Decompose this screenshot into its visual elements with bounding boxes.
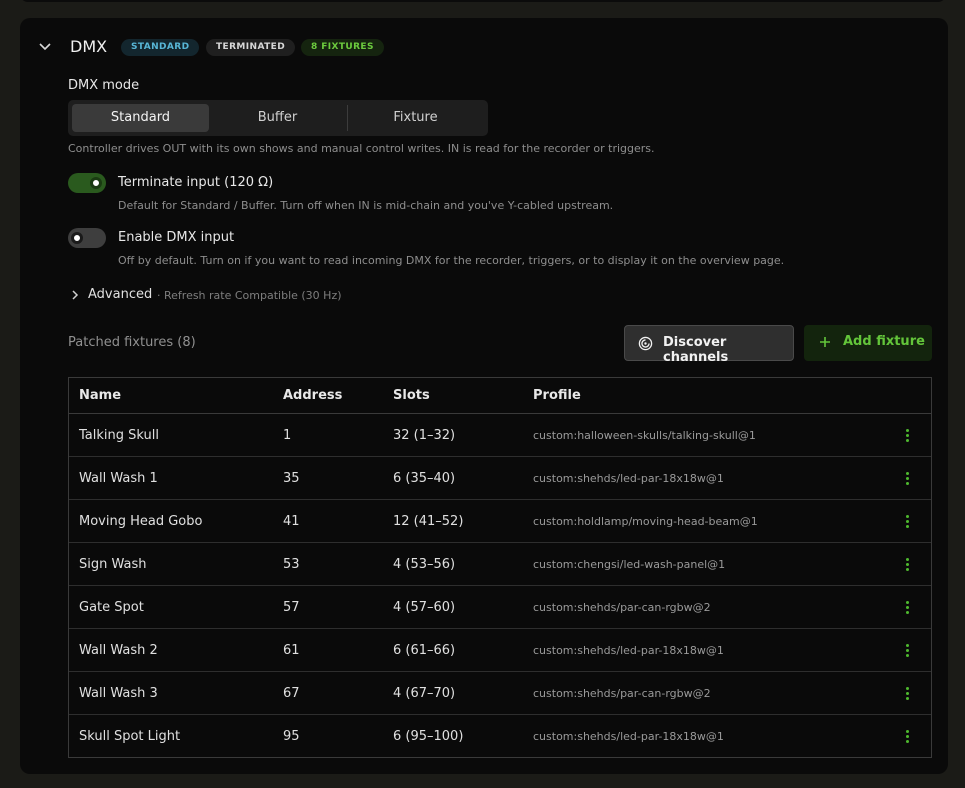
fixture-name: Gate Spot: [79, 600, 144, 615]
toggle-knob: [90, 177, 102, 189]
table-row[interactable]: Sign Wash 53 4 (53–56) custom:chengsi/le…: [69, 543, 931, 586]
fixture-slots: 12 (41–52): [393, 514, 464, 529]
radar-icon: [638, 336, 653, 351]
toggle-knob: [71, 232, 83, 244]
plus-icon: [820, 337, 830, 347]
column-header-address[interactable]: Address: [283, 388, 342, 403]
fixture-profile: custom:shehds/led-par-18x18w@1: [533, 472, 724, 485]
previous-section-card: [20, 0, 946, 2]
fixture-profile: custom:shehds/led-par-18x18w@1: [533, 730, 724, 743]
table-row[interactable]: Wall Wash 1 35 6 (35–40) custom:shehds/l…: [69, 457, 931, 500]
advanced-toggle[interactable]: Advanced: [88, 287, 152, 302]
column-header-name[interactable]: Name: [79, 388, 121, 403]
fixture-address: 53: [283, 557, 300, 572]
mode-description: Controller drives OUT with its own shows…: [68, 142, 655, 155]
fixture-name: Wall Wash 3: [79, 686, 158, 701]
table-row[interactable]: Gate Spot 57 4 (57–60) custom:shehds/par…: [69, 586, 931, 629]
chevron-right-icon[interactable]: [70, 289, 80, 301]
fixture-profile: custom:halloween-skulls/talking-skull@1: [533, 429, 756, 442]
column-header-slots[interactable]: Slots: [393, 388, 430, 403]
terminate-input-toggle[interactable]: [68, 173, 106, 193]
fixture-name: Sign Wash: [79, 557, 147, 572]
discover-channels-label: Discover channels: [663, 335, 729, 365]
dmx-mode-selector: Standard Buffer Fixture: [68, 100, 488, 136]
table-row[interactable]: Moving Head Gobo 41 12 (41–52) custom:ho…: [69, 500, 931, 543]
kebab-menu-icon[interactable]: [901, 643, 913, 659]
mode-option-standard[interactable]: Standard: [72, 104, 209, 132]
fixtures-table: Name Address Slots Profile Talking Skull…: [68, 377, 932, 758]
fixture-name: Wall Wash 2: [79, 643, 158, 658]
kebab-menu-icon[interactable]: [901, 686, 913, 702]
fixture-name: Talking Skull: [79, 428, 159, 443]
add-fixture-button[interactable]: Add fixture: [804, 325, 932, 361]
fixture-profile: custom:chengsi/led-wash-panel@1: [533, 558, 726, 571]
fixture-slots: 4 (57–60): [393, 600, 456, 615]
fixture-slots: 6 (61–66): [393, 643, 456, 658]
kebab-menu-icon[interactable]: [901, 557, 913, 573]
fixture-profile: custom:holdlamp/moving-head-beam@1: [533, 515, 758, 528]
fixture-address: 41: [283, 514, 300, 529]
kebab-menu-icon[interactable]: [901, 471, 913, 487]
discover-channels-button[interactable]: Discover channels: [624, 325, 794, 365]
fixtures-count-badge: 8 FIXTURES: [301, 39, 384, 56]
kebab-menu-icon[interactable]: [901, 729, 913, 745]
fixture-slots: 4 (67–70): [393, 686, 456, 701]
fixture-name: Wall Wash 1: [79, 471, 158, 486]
fixture-slots: 32 (1–32): [393, 428, 456, 443]
fixture-slots: 6 (35–40): [393, 471, 456, 486]
mode-option-fixture[interactable]: Fixture: [347, 104, 484, 132]
enable-dmx-input-description: Off by default. Turn on if you want to r…: [118, 254, 785, 267]
fixture-address: 1: [283, 428, 292, 443]
table-row[interactable]: Wall Wash 2 61 6 (61–66) custom:shehds/l…: [69, 629, 931, 672]
table-row[interactable]: Skull Spot Light 95 6 (95–100) custom:sh…: [69, 715, 931, 758]
kebab-menu-icon[interactable]: [901, 514, 913, 530]
dmx-mode-label: DMX mode: [68, 78, 140, 93]
fixture-name: Skull Spot Light: [79, 729, 181, 744]
fixture-address: 95: [283, 729, 300, 744]
terminate-input-label: Terminate input (120 Ω): [118, 175, 274, 190]
fixture-profile: custom:shehds/led-par-18x18w@1: [533, 644, 724, 657]
chevron-down-icon[interactable]: [38, 40, 52, 54]
mode-option-buffer[interactable]: Buffer: [209, 104, 346, 132]
fixture-address: 57: [283, 600, 300, 615]
fixture-slots: 4 (53–56): [393, 557, 456, 572]
section-title: DMX: [70, 37, 108, 56]
fixture-address: 61: [283, 643, 300, 658]
terminated-badge: TERMINATED: [206, 39, 296, 56]
kebab-menu-icon[interactable]: [901, 428, 913, 444]
add-fixture-label: Add fixture: [843, 334, 925, 349]
enable-dmx-input-toggle[interactable]: [68, 228, 106, 248]
fixture-profile: custom:shehds/par-can-rgbw@2: [533, 601, 711, 614]
kebab-menu-icon[interactable]: [901, 600, 913, 616]
fixture-profile: custom:shehds/par-can-rgbw@2: [533, 687, 711, 700]
advanced-summary: · Refresh rate Compatible (30 Hz): [157, 289, 342, 302]
table-header: Name Address Slots Profile: [69, 378, 931, 414]
column-header-profile[interactable]: Profile: [533, 388, 581, 403]
table-row[interactable]: Wall Wash 3 67 4 (67–70) custom:shehds/p…: [69, 672, 931, 715]
patched-fixtures-label: Patched fixtures (8): [68, 335, 196, 350]
fixture-address: 35: [283, 471, 300, 486]
mode-badge: STANDARD: [121, 39, 200, 56]
fixture-name: Moving Head Gobo: [79, 514, 203, 529]
table-row[interactable]: Talking Skull 1 32 (1–32) custom:hallowe…: [69, 414, 931, 457]
fixture-address: 67: [283, 686, 300, 701]
terminate-input-description: Default for Standard / Buffer. Turn off …: [118, 199, 614, 212]
enable-dmx-input-label: Enable DMX input: [118, 230, 235, 245]
fixture-slots: 6 (95–100): [393, 729, 464, 744]
